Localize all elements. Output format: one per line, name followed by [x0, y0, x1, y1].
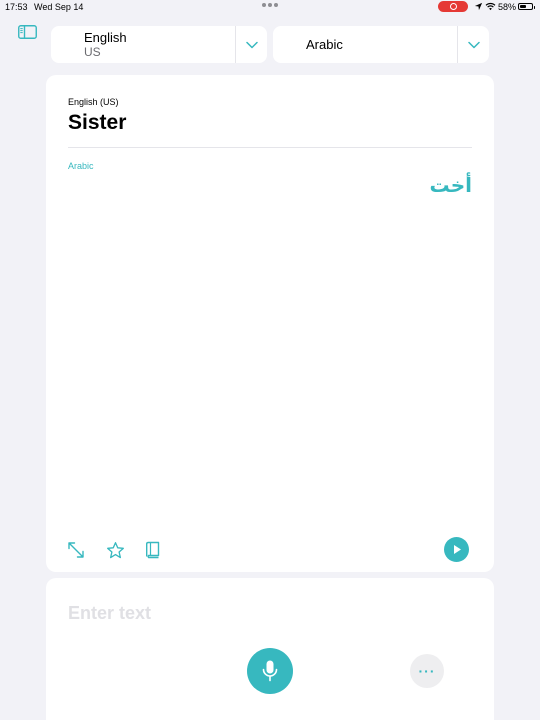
- source-language-name: English: [84, 29, 127, 45]
- card-divider: [68, 147, 472, 148]
- multitasking-dots-icon[interactable]: [262, 3, 278, 7]
- text-input[interactable]: [68, 600, 448, 626]
- dictionary-button[interactable]: [143, 540, 163, 560]
- microphone-icon: [262, 660, 278, 682]
- battery-percent: 58%: [498, 2, 517, 12]
- location-arrow-icon: [474, 2, 483, 11]
- chevron-down-icon: [467, 41, 480, 48]
- sidebar-icon[interactable]: [18, 25, 37, 39]
- status-bar: 17:53 Wed Sep 14 58%: [0, 0, 540, 14]
- favorite-button[interactable]: [105, 540, 125, 560]
- target-language-label: Arabic: [68, 161, 94, 171]
- expand-icon: [68, 542, 84, 558]
- target-language-name: Arabic: [306, 36, 343, 52]
- target-language-text: Arabic: [273, 36, 457, 52]
- star-icon: [106, 541, 124, 558]
- translation-card: English (US) Sister Arabic أخت: [46, 75, 494, 572]
- chevron-down-icon: [245, 41, 258, 48]
- more-icon: ···: [418, 663, 436, 679]
- status-date: Wed Sep 14: [34, 2, 84, 12]
- source-language-dropdown[interactable]: [236, 26, 267, 63]
- target-language-picker[interactable]: Arabic: [273, 26, 489, 63]
- translated-text[interactable]: أخت: [430, 173, 472, 198]
- battery-level: [520, 5, 527, 8]
- target-language-dropdown[interactable]: [458, 26, 489, 63]
- play-button[interactable]: [444, 537, 469, 562]
- source-language-label: English (US): [68, 97, 119, 107]
- microphone-button[interactable]: [247, 648, 293, 694]
- source-language-text: English US: [51, 29, 235, 59]
- dictionary-icon: [146, 541, 160, 559]
- status-time: 17:53: [5, 2, 28, 12]
- expand-button[interactable]: [66, 540, 86, 560]
- screen-recording-icon: [438, 1, 468, 12]
- more-button[interactable]: ···: [410, 654, 444, 688]
- input-card: ···: [46, 578, 494, 720]
- source-language-region: US: [84, 44, 101, 59]
- battery-icon: [518, 3, 535, 10]
- wifi-icon: [485, 3, 496, 11]
- source-language-picker[interactable]: English US: [51, 26, 267, 63]
- source-text[interactable]: Sister: [68, 111, 126, 135]
- play-icon: [453, 545, 461, 554]
